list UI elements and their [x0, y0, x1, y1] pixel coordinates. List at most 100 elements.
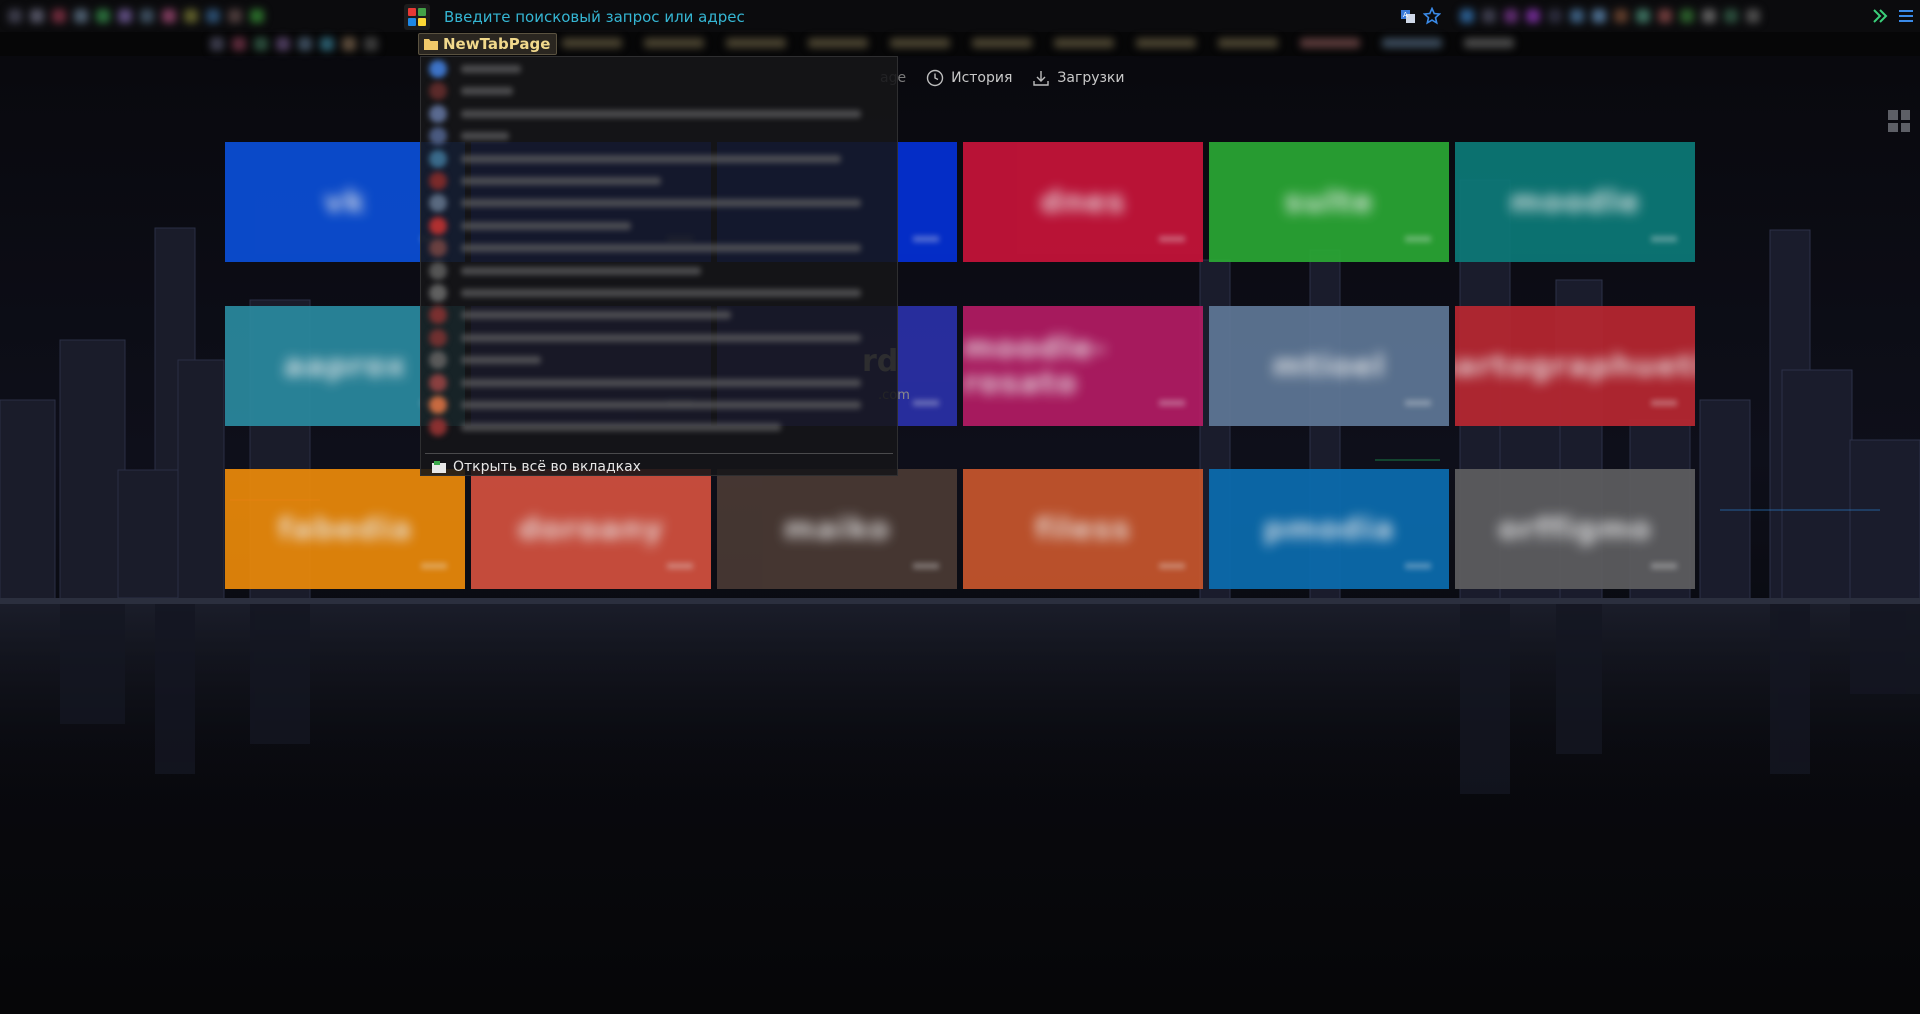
open-all-in-tabs-item[interactable]: Открыть всё во вкладках — [431, 457, 641, 477]
bookmark-folder-label: NewTabPage — [443, 35, 551, 53]
speed-dial-tile[interactable]: martographuetin — [1455, 306, 1695, 426]
bookmark-title-blurred — [461, 266, 701, 275]
speed-dial-tile-sublabel — [667, 563, 693, 569]
dropdown-bookmark-item[interactable] — [429, 283, 889, 303]
clock-icon — [926, 69, 944, 87]
bookmark-favicon-icon — [429, 306, 447, 325]
dropdown-bookmark-item[interactable] — [429, 417, 889, 437]
speed-dial-tile-label: dnes — [1040, 184, 1126, 220]
speed-dial-tile[interactable]: doroany — [471, 469, 711, 589]
bookmark-favicon-icon — [429, 82, 447, 101]
speed-dial-tile[interactable]: dnes — [963, 142, 1203, 262]
history-link[interactable]: История — [926, 69, 1012, 87]
dropdown-bookmark-item[interactable] — [429, 193, 889, 213]
speed-dial-tile[interactable]: mtioel — [1209, 306, 1449, 426]
bookmark-favicon-icon — [429, 194, 447, 213]
speed-dial-tile[interactable]: filess — [963, 469, 1203, 589]
dropdown-bookmark-item[interactable] — [429, 373, 889, 393]
speed-dial-tile[interactable]: fabedia — [225, 469, 465, 589]
bookmark-title-blurred — [461, 221, 631, 230]
bookmarks-right-blurred[interactable] — [562, 38, 1514, 48]
downloads-link[interactable]: Загрузки — [1032, 69, 1125, 87]
bookmark-favicon-icon — [429, 216, 447, 235]
bookmark-folder-newtabpage[interactable]: NewTabPage — [418, 33, 558, 55]
bookmark-title-blurred — [461, 356, 541, 365]
bookmark-favicon-icon — [429, 373, 447, 392]
dropdown-bookmark-item[interactable] — [429, 149, 889, 169]
bookmark-title-blurred — [461, 109, 861, 118]
url-input[interactable]: Введите поисковый запрос или адрес — [444, 8, 745, 26]
bookmark-favicon-icon — [429, 104, 447, 123]
bookmark-folder-dropdown: Открыть всё во вкладках — [420, 56, 898, 476]
speed-dial-tile-sublabel — [913, 400, 939, 406]
bookmark-favicon-icon — [429, 328, 447, 347]
bookmark-title-blurred — [461, 333, 861, 342]
speed-dial-tile[interactable]: maiko — [717, 469, 957, 589]
speed-dial-tile-sublabel — [1405, 563, 1431, 569]
address-bar[interactable]: Введите поисковый запрос или адрес — [404, 2, 1384, 31]
speed-dial-tile-label: moodle-rosato — [963, 331, 1108, 401]
speed-dial-tile-sublabel — [1405, 236, 1431, 242]
speed-dial-tile-label: mtioel — [1272, 348, 1386, 384]
browser-window: Введите поисковый запрос или адрес A New… — [0, 0, 1920, 1014]
speed-dial-tile-label: maiko — [783, 511, 891, 547]
overflow-chevron-icon[interactable] — [1868, 4, 1892, 28]
bookmark-favicon-icon — [429, 149, 447, 168]
dropdown-bookmark-item[interactable] — [429, 395, 889, 415]
bookmark-favicon-icon — [429, 261, 447, 280]
toolbar-actions: A — [1396, 4, 1444, 28]
speed-dial-tile-sublabel — [913, 563, 939, 569]
dropdown-bookmark-item[interactable] — [429, 350, 889, 370]
downloads-label: Загрузки — [1057, 70, 1125, 86]
bookmark-favicon-icon — [429, 351, 447, 370]
speed-dial-tile-label: vk — [324, 184, 366, 220]
extension-icons-blurred[interactable] — [8, 9, 264, 23]
speed-dial-tile-label: orffigmo — [1498, 511, 1652, 547]
bookmarks-bar: NewTabPage — [0, 32, 1920, 56]
bookmark-favicon-icon — [429, 172, 447, 190]
speed-dial-tile[interactable]: moodle-rosato — [963, 306, 1203, 426]
menu-hamburger-icon[interactable] — [1894, 4, 1918, 28]
pinned-extensions-blurred[interactable] — [1460, 9, 1760, 23]
bookmark-title-blurred — [461, 423, 781, 432]
open-tabs-icon — [432, 461, 446, 473]
speed-dial-tile-sublabel — [421, 563, 447, 569]
speed-dial-tile-sublabel — [1651, 236, 1677, 242]
ntp-header-links: age История Загрузки — [880, 66, 1139, 90]
dropdown-bookmark-item[interactable] — [429, 171, 889, 191]
speed-dial-tile-label: fabedia — [277, 511, 413, 547]
speed-dial-tile-sublabel — [1159, 236, 1185, 242]
bookmark-favicon-icon — [429, 60, 447, 78]
bookmark-title-blurred — [461, 311, 731, 320]
site-identity-icon[interactable] — [404, 3, 430, 30]
speed-dial-tile[interactable]: sulte — [1209, 142, 1449, 262]
speed-dial-tile-label: doroany — [518, 511, 664, 547]
speed-dial-tile[interactable]: moodle — [1455, 142, 1695, 262]
folder-icon — [424, 39, 438, 50]
speed-dial-tile-sublabel — [1405, 400, 1431, 406]
bookmark-title-blurred — [461, 177, 661, 185]
bookmark-favicon-icon — [429, 127, 447, 146]
dropdown-bookmark-item[interactable] — [429, 59, 889, 79]
dropdown-bookmark-item[interactable] — [429, 305, 889, 325]
speed-dial-tile-sublabel — [1159, 400, 1185, 406]
bookmark-star-icon[interactable] — [1420, 4, 1444, 28]
dropdown-bookmark-item[interactable] — [429, 81, 889, 101]
bookmark-favicon-icon — [429, 284, 447, 302]
browser-toolbar: Введите поисковый запрос или адрес A — [0, 0, 1920, 32]
translate-icon[interactable]: A — [1396, 4, 1420, 28]
dropdown-bookmark-item[interactable] — [429, 328, 889, 348]
dropdown-bookmark-item[interactable] — [429, 216, 889, 236]
dropdown-bookmark-item[interactable] — [429, 126, 889, 146]
speed-dial-tile[interactable]: pmodia — [1209, 469, 1449, 589]
apps-grid-icon[interactable] — [1888, 110, 1910, 132]
bookmark-title-blurred — [461, 87, 513, 96]
speed-dial-tile-label: moodle — [1509, 184, 1641, 220]
speed-dial-tile[interactable]: orffigmo — [1455, 469, 1695, 589]
dropdown-bookmark-item[interactable] — [429, 238, 889, 258]
dropdown-bookmark-item[interactable] — [429, 261, 889, 281]
bookmarks-left-blurred[interactable] — [210, 37, 378, 51]
bookmark-title-blurred — [461, 199, 861, 208]
speed-dial-tile-sublabel — [1159, 563, 1185, 569]
dropdown-bookmark-item[interactable] — [429, 104, 889, 124]
